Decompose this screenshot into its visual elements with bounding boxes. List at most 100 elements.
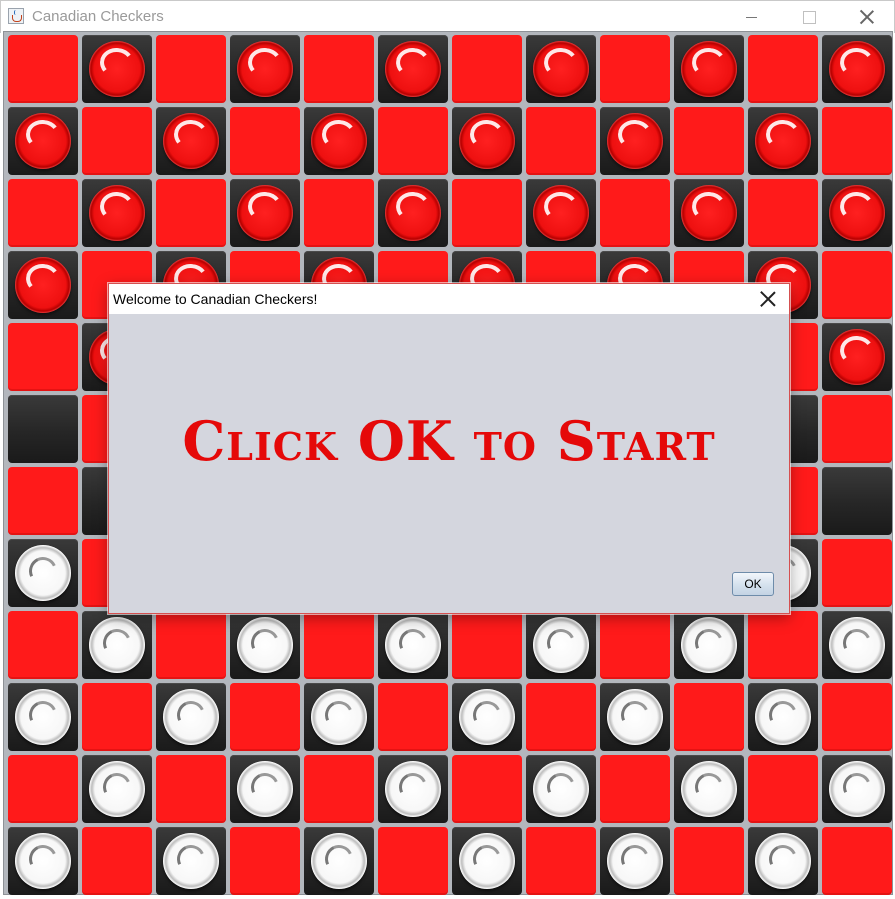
red-checker-piece[interactable] — [89, 41, 145, 97]
board-square[interactable] — [156, 611, 226, 679]
red-checker-piece[interactable] — [89, 185, 145, 241]
board-square[interactable] — [526, 107, 596, 175]
board-square[interactable] — [822, 251, 892, 319]
board-square[interactable] — [378, 827, 448, 895]
white-checker-piece[interactable] — [829, 761, 885, 817]
board-square[interactable] — [822, 611, 892, 679]
white-checker-piece[interactable] — [15, 833, 71, 889]
red-checker-piece[interactable] — [755, 113, 811, 169]
board-square[interactable] — [452, 179, 522, 247]
red-checker-piece[interactable] — [15, 257, 71, 313]
board-square[interactable] — [8, 611, 78, 679]
board-square[interactable] — [822, 35, 892, 103]
board-square[interactable] — [8, 467, 78, 535]
board-square[interactable] — [748, 755, 818, 823]
red-checker-piece[interactable] — [237, 41, 293, 97]
ok-button[interactable]: OK — [732, 572, 774, 596]
white-checker-piece[interactable] — [459, 689, 515, 745]
board-square[interactable] — [230, 107, 300, 175]
board-square[interactable] — [8, 251, 78, 319]
board-square[interactable] — [304, 683, 374, 751]
board-square[interactable] — [230, 755, 300, 823]
board-square[interactable] — [674, 683, 744, 751]
board-square[interactable] — [526, 755, 596, 823]
red-checker-piece[interactable] — [681, 185, 737, 241]
board-square[interactable] — [674, 35, 744, 103]
white-checker-piece[interactable] — [15, 689, 71, 745]
red-checker-piece[interactable] — [829, 185, 885, 241]
board-square[interactable] — [82, 611, 152, 679]
board-square[interactable] — [82, 179, 152, 247]
close-button[interactable] — [844, 1, 890, 33]
board-square[interactable] — [452, 35, 522, 103]
white-checker-piece[interactable] — [311, 833, 367, 889]
board-square[interactable] — [674, 755, 744, 823]
board-square[interactable] — [748, 827, 818, 895]
white-checker-piece[interactable] — [385, 617, 441, 673]
board-square[interactable] — [452, 683, 522, 751]
board-square[interactable] — [378, 179, 448, 247]
white-checker-piece[interactable] — [533, 761, 589, 817]
white-checker-piece[interactable] — [607, 689, 663, 745]
red-checker-piece[interactable] — [681, 41, 737, 97]
white-checker-piece[interactable] — [755, 833, 811, 889]
board-square[interactable] — [230, 179, 300, 247]
minimize-button[interactable] — [728, 1, 774, 33]
board-square[interactable] — [748, 683, 818, 751]
board-square[interactable] — [748, 107, 818, 175]
red-checker-piece[interactable] — [385, 185, 441, 241]
white-checker-piece[interactable] — [163, 689, 219, 745]
board-square[interactable] — [8, 323, 78, 391]
board-square[interactable] — [8, 35, 78, 103]
white-checker-piece[interactable] — [15, 545, 71, 601]
white-checker-piece[interactable] — [829, 617, 885, 673]
red-checker-piece[interactable] — [829, 41, 885, 97]
red-checker-piece[interactable] — [607, 113, 663, 169]
board-square[interactable] — [378, 35, 448, 103]
maximize-button[interactable] — [786, 1, 832, 33]
board-square[interactable] — [674, 827, 744, 895]
board-square[interactable] — [822, 107, 892, 175]
board-square[interactable] — [822, 683, 892, 751]
board-square[interactable] — [452, 107, 522, 175]
board-square[interactable] — [452, 611, 522, 679]
white-checker-piece[interactable] — [607, 833, 663, 889]
board-square[interactable] — [600, 755, 670, 823]
board-square[interactable] — [156, 755, 226, 823]
white-checker-piece[interactable] — [385, 761, 441, 817]
board-square[interactable] — [822, 323, 892, 391]
red-checker-piece[interactable] — [237, 185, 293, 241]
board-square[interactable] — [674, 107, 744, 175]
board-square[interactable] — [82, 755, 152, 823]
white-checker-piece[interactable] — [681, 761, 737, 817]
white-checker-piece[interactable] — [533, 617, 589, 673]
dialog-close-icon[interactable] — [759, 290, 777, 308]
board-square[interactable] — [600, 107, 670, 175]
board-square[interactable] — [8, 107, 78, 175]
board-square[interactable] — [230, 611, 300, 679]
board-square[interactable] — [8, 683, 78, 751]
board-square[interactable] — [82, 827, 152, 895]
board-square[interactable] — [304, 611, 374, 679]
board-square[interactable] — [8, 755, 78, 823]
board-square[interactable] — [526, 683, 596, 751]
board-square[interactable] — [230, 827, 300, 895]
board-square[interactable] — [156, 35, 226, 103]
board-square[interactable] — [452, 755, 522, 823]
board-square[interactable] — [230, 683, 300, 751]
red-checker-piece[interactable] — [459, 113, 515, 169]
board-square[interactable] — [600, 611, 670, 679]
board-square[interactable] — [526, 827, 596, 895]
board-square[interactable] — [822, 179, 892, 247]
board-square[interactable] — [304, 755, 374, 823]
board-square[interactable] — [822, 467, 892, 535]
board-square[interactable] — [230, 35, 300, 103]
white-checker-piece[interactable] — [237, 617, 293, 673]
board-square[interactable] — [822, 755, 892, 823]
board-square[interactable] — [82, 107, 152, 175]
red-checker-piece[interactable] — [163, 113, 219, 169]
board-square[interactable] — [304, 827, 374, 895]
white-checker-piece[interactable] — [459, 833, 515, 889]
board-square[interactable] — [378, 755, 448, 823]
board-square[interactable] — [822, 827, 892, 895]
